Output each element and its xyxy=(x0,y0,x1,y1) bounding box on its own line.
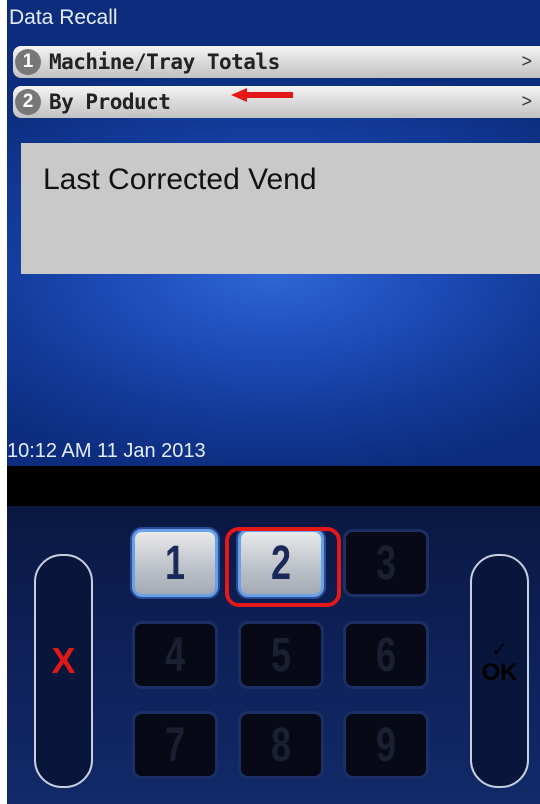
key-8[interactable]: 8 xyxy=(238,711,324,779)
annotation-arrow-icon xyxy=(231,88,293,102)
key-6[interactable]: 6 xyxy=(343,621,429,689)
key-9[interactable]: 9 xyxy=(343,711,429,779)
key-3[interactable]: 3 xyxy=(343,529,429,597)
menu-item-label: Machine/Tray Totals xyxy=(49,50,280,74)
timestamp: 10:12 AM 11 Jan 2013 xyxy=(7,440,206,462)
key-4[interactable]: 4 xyxy=(132,621,218,689)
panel-text: Last Corrected Vend xyxy=(43,163,317,196)
cancel-x-icon: X xyxy=(51,640,76,681)
key-7[interactable]: 7 xyxy=(132,711,218,779)
menu-number-badge: 1 xyxy=(15,49,41,75)
ok-button[interactable]: ✓ OK xyxy=(470,554,529,788)
ok-label: OK xyxy=(481,659,518,686)
chevron-right-icon: > xyxy=(521,51,532,71)
cancel-button[interactable]: X xyxy=(34,554,93,788)
checkmark-icon: ✓ xyxy=(491,637,508,661)
annotation-highlight-box xyxy=(225,527,341,607)
screen-title: Data Recall xyxy=(9,6,118,29)
menu-number-badge: 2 xyxy=(15,89,41,115)
menu-item-machine-tray-totals[interactable]: 1 Machine/Tray Totals > xyxy=(13,46,540,78)
info-panel: Last Corrected Vend xyxy=(21,143,540,274)
key-1[interactable]: 1 xyxy=(132,529,218,597)
key-5[interactable]: 5 xyxy=(238,621,324,689)
divider-band xyxy=(7,466,540,506)
display-screen: Data Recall 1 Machine/Tray Totals > 2 By… xyxy=(7,0,540,466)
menu-item-label: By Product xyxy=(49,90,171,114)
chevron-right-icon: > xyxy=(521,91,532,111)
